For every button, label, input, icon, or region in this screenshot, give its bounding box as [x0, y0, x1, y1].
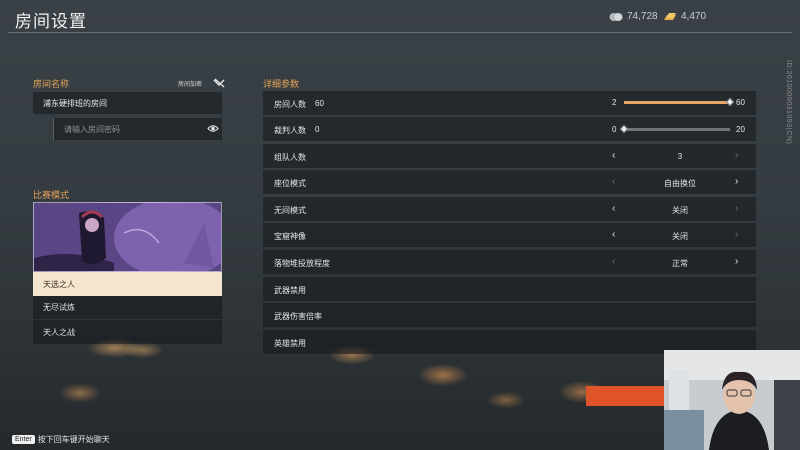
toggle-label: 武器伤害倍率: [274, 312, 322, 321]
page-title: 房间设置: [15, 12, 87, 31]
silver-coin-icon: [609, 12, 623, 21]
currency-gold: 4,470: [663, 11, 706, 22]
selector-value: 关闭: [672, 206, 688, 215]
eye-icon[interactable]: [207, 124, 219, 133]
chat-hint-text: 按下回车键开始聊天: [37, 435, 110, 444]
slider-label: 裁判人数: [274, 126, 306, 135]
slider-current: 60: [315, 99, 324, 108]
room-name-field[interactable]: 浦东硬排班的房间: [33, 92, 222, 114]
slider-max: 20: [736, 125, 745, 134]
chevron-left-icon[interactable]: ‹: [612, 256, 615, 267]
slider-track[interactable]: [624, 101, 730, 104]
mode-item[interactable]: 无尽试炼: [33, 296, 222, 320]
toggle-row-weapon-ban[interactable]: 武器禁用: [263, 277, 756, 301]
chevron-left-icon[interactable]: ‹: [612, 176, 615, 187]
toggle-row-weapon-damage[interactable]: 武器伤害倍率: [263, 303, 756, 327]
slider-min: 0: [612, 125, 617, 134]
gold-amount: 4,470: [681, 11, 707, 22]
slider-max: 60: [736, 98, 745, 107]
lock-toggle-icon[interactable]: [212, 77, 226, 89]
selector-label: 组队人数: [274, 153, 306, 162]
id-watermark: ID:2010000031093(CN): [785, 60, 792, 145]
silver-amount: 74,728: [627, 11, 658, 22]
mode-title: 比赛模式: [33, 190, 70, 200]
room-name-title: 房间名称: [33, 79, 70, 89]
slider-track[interactable]: [624, 128, 730, 131]
slider-fill: [624, 101, 730, 104]
selector-value: 关闭: [672, 232, 688, 241]
gold-bar-icon: [664, 12, 676, 20]
password-placeholder: 请输入房间密码: [64, 124, 120, 134]
encrypt-label: 房间加密: [178, 82, 203, 88]
selector-label: 座位模式: [274, 179, 306, 188]
enter-key-badge: Enter: [12, 435, 35, 444]
mode-item-selected[interactable]: 天选之人: [33, 272, 222, 296]
selector-value: 正常: [672, 259, 688, 268]
slider-min: 2: [612, 98, 617, 107]
mode-item[interactable]: 天人之战: [33, 320, 222, 344]
start-button[interactable]: [586, 386, 676, 406]
chevron-left-icon[interactable]: ‹: [612, 229, 615, 240]
chevron-right-icon[interactable]: ›: [735, 150, 738, 161]
selector-label: 落物堆投放程度: [274, 259, 330, 268]
mode-preview-image: [33, 202, 222, 272]
selector-value: 3: [677, 152, 683, 161]
webcam-overlay: [664, 350, 800, 450]
selector-label: 无间模式: [274, 206, 306, 215]
selector-value: 自由换位: [664, 179, 696, 188]
details-title: 详细参数: [263, 79, 300, 89]
selector-label: 宝窟神像: [274, 232, 306, 241]
chat-hint: Enter 按下回车键开始聊天: [12, 434, 110, 445]
password-field[interactable]: 请输入房间密码: [53, 118, 222, 140]
chevron-right-icon[interactable]: ›: [735, 229, 738, 240]
chevron-left-icon[interactable]: ‹: [612, 203, 615, 214]
chevron-right-icon[interactable]: ›: [735, 203, 738, 214]
slider-current: 0: [315, 125, 320, 134]
currency-silver: 74,728: [609, 11, 658, 22]
toggle-label: 英雄禁用: [274, 339, 306, 348]
toggle-label: 武器禁用: [274, 286, 306, 295]
chevron-left-icon[interactable]: ‹: [612, 150, 615, 161]
header-divider: [8, 32, 792, 33]
slider-label: 房间人数: [274, 100, 306, 109]
chevron-right-icon[interactable]: ›: [735, 176, 738, 187]
chevron-right-icon[interactable]: ›: [735, 256, 738, 267]
top-bar: 房间设置 74,728 4,470: [0, 0, 800, 34]
